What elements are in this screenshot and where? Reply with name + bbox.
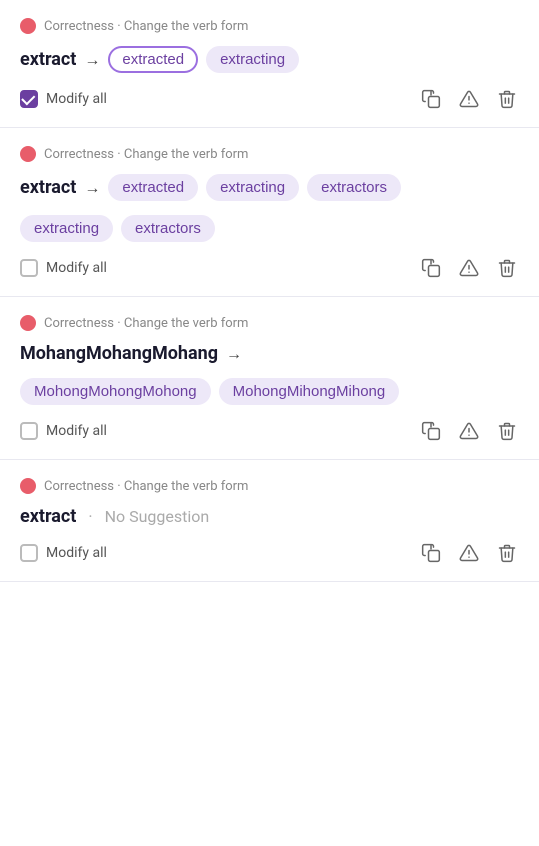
dot-icon-2 (20, 146, 36, 162)
modify-all-checkbox-3[interactable] (20, 422, 38, 440)
suggestion-chip-3-1[interactable]: MohongMihongMihong (219, 378, 400, 405)
trash-icon-1[interactable] (495, 87, 519, 111)
dot-icon-4 (20, 478, 36, 494)
modify-all-label-2: Modify all (46, 260, 107, 276)
verb-row-3: MohangMohangMohang → (20, 343, 519, 364)
suggestion-chip-2-3[interactable]: extracting (20, 215, 113, 242)
trash-icon-4[interactable] (495, 541, 519, 565)
suggestion-chip-3-0[interactable]: MohongMohongMohong (20, 378, 211, 405)
suggestion-chip-1-0[interactable]: extracted (108, 46, 198, 73)
warning-icon-1[interactable] (457, 87, 481, 111)
card-title-3: Correctness · Change the verb form (44, 316, 248, 331)
suggestion-card-3: Correctness · Change the verb form Mohan… (0, 297, 539, 460)
action-icons-3 (419, 419, 519, 443)
suggestion-chip-2-1[interactable]: extracting (206, 174, 299, 201)
card-title-2: Correctness · Change the verb form (44, 147, 248, 162)
card-header-2: Correctness · Change the verb form (20, 146, 519, 162)
card-footer-4: Modify all (20, 541, 519, 565)
trash-icon-3[interactable] (495, 419, 519, 443)
trash-icon-2[interactable] (495, 256, 519, 280)
original-word-1: extract (20, 49, 76, 70)
no-suggestion-text: No Suggestion (105, 507, 210, 526)
suggestion-card-4: Correctness · Change the verb form extra… (0, 460, 539, 582)
arrow-icon-1: → (84, 50, 100, 70)
no-suggestion-separator: · (88, 507, 92, 526)
modify-all-checkbox-2[interactable] (20, 259, 38, 277)
dot-icon-1 (20, 18, 36, 34)
warning-icon-2[interactable] (457, 256, 481, 280)
card-header-1: Correctness · Change the verb form (20, 18, 519, 34)
modify-all-2: Modify all (20, 259, 107, 277)
modify-all-label-1: Modify all (46, 91, 107, 107)
card-header-4: Correctness · Change the verb form (20, 478, 519, 494)
verb-row-2b: extracting extractors (20, 215, 519, 242)
arrow-icon-3: → (226, 344, 242, 364)
modify-all-label-3: Modify all (46, 423, 107, 439)
modify-all-label-4: Modify all (46, 545, 107, 561)
suggestion-chip-2-0[interactable]: extracted (108, 174, 198, 201)
original-word-4: extract (20, 506, 76, 527)
modify-all-1: Modify all (20, 90, 107, 108)
card-header-3: Correctness · Change the verb form (20, 315, 519, 331)
verb-row-4: extract · No Suggestion (20, 506, 519, 527)
verb-row-1: extract → extracted extracting (20, 46, 519, 73)
modify-all-checkbox-1[interactable] (20, 90, 38, 108)
arrow-icon-2: → (84, 178, 100, 198)
copy-icon-3[interactable] (419, 419, 443, 443)
verb-row-2: extract → extracted extracting extractor… (20, 174, 519, 201)
suggestion-card-2: Correctness · Change the verb form extra… (0, 128, 539, 297)
original-word-2: extract (20, 177, 76, 198)
card-title-1: Correctness · Change the verb form (44, 19, 248, 34)
original-word-3: MohangMohangMohang (20, 343, 218, 364)
modify-all-checkbox-4[interactable] (20, 544, 38, 562)
action-icons-1 (419, 87, 519, 111)
card-title-4: Correctness · Change the verb form (44, 479, 248, 494)
dot-icon-3 (20, 315, 36, 331)
suggestion-chip-2-4[interactable]: extractors (121, 215, 215, 242)
card-footer-2: Modify all (20, 256, 519, 280)
card-footer-1: Modify all (20, 87, 519, 111)
copy-icon-1[interactable] (419, 87, 443, 111)
card-footer-3: Modify all (20, 419, 519, 443)
modify-all-4: Modify all (20, 544, 107, 562)
warning-icon-4[interactable] (457, 541, 481, 565)
suggestion-chip-1-1[interactable]: extracting (206, 46, 299, 73)
copy-icon-2[interactable] (419, 256, 443, 280)
suggestion-card-1: Correctness · Change the verb form extra… (0, 0, 539, 128)
action-icons-2 (419, 256, 519, 280)
copy-icon-4[interactable] (419, 541, 443, 565)
warning-icon-3[interactable] (457, 419, 481, 443)
verb-row-3b: MohongMohongMohong MohongMihongMihong (20, 378, 519, 405)
suggestion-chip-2-2[interactable]: extractors (307, 174, 401, 201)
modify-all-3: Modify all (20, 422, 107, 440)
action-icons-4 (419, 541, 519, 565)
